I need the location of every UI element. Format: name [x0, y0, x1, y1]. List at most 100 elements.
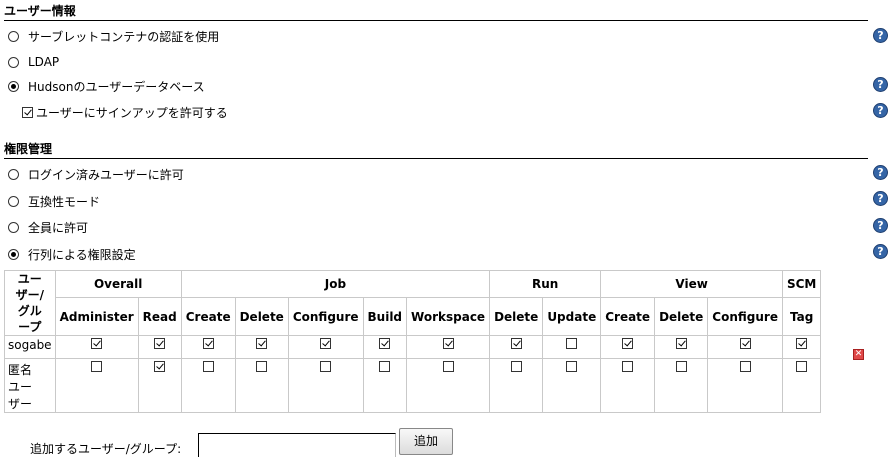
add-user-button[interactable]: 追加	[399, 428, 453, 455]
permission-cell	[234, 358, 289, 413]
permission-cell	[287, 358, 364, 413]
matrix-row: sogabe	[4, 335, 822, 359]
security-realm-section-title: ユーザー情報	[4, 2, 868, 21]
permission-checkbox[interactable]	[675, 338, 687, 349]
realm-radio-ldap[interactable]	[8, 56, 19, 68]
permission-checkbox[interactable]	[154, 338, 166, 349]
permission-checkbox[interactable]	[320, 361, 332, 372]
permission-checkbox[interactable]	[202, 361, 214, 372]
permission-cell	[707, 335, 783, 359]
help-icon[interactable]: ?	[873, 218, 888, 233]
authz-option-logged-in[interactable]: ログイン済みユーザーに許可	[8, 165, 184, 183]
authz-option-matrix[interactable]: 行列による権限設定	[8, 245, 136, 263]
permission-group-header: SCM	[781, 269, 822, 299]
authz-radio-logged-in[interactable]	[8, 168, 19, 180]
permission-cell	[654, 335, 709, 359]
permission-checkbox[interactable]	[442, 338, 454, 349]
permission-cell	[542, 358, 602, 413]
permission-checkbox[interactable]	[256, 361, 268, 372]
permission-column-header: Delete	[234, 297, 289, 336]
permission-checkbox[interactable]	[796, 361, 808, 372]
authz-label-matrix: 行列による権限設定	[28, 247, 136, 262]
permission-cell	[180, 358, 236, 413]
permission-group-header: Overall	[54, 269, 182, 299]
delete-user-icon[interactable]: ✕	[853, 349, 864, 360]
help-icon[interactable]: ?	[873, 77, 888, 92]
permission-column-header: Build	[362, 297, 408, 336]
permission-cell	[489, 358, 544, 413]
permission-checkbox[interactable]	[739, 361, 751, 372]
user-group-header-line: ープ	[18, 320, 42, 334]
matrix-row-name: sogabe	[4, 335, 56, 359]
permission-cell	[54, 358, 139, 413]
user-group-header-line: グル	[17, 304, 42, 318]
permission-checkbox[interactable]	[256, 338, 268, 349]
realm-label-servlet-container: サーブレットコンテナの認証を使用	[28, 29, 220, 44]
authz-option-everyone[interactable]: 全員に許可	[8, 218, 88, 236]
realm-option-servlet-container[interactable]: サーブレットコンテナの認証を使用	[8, 27, 219, 45]
matrix-row-name-line: 匿名	[8, 363, 33, 377]
permission-checkbox[interactable]	[796, 338, 808, 349]
permission-cell	[781, 335, 822, 359]
help-icon[interactable]: ?	[873, 103, 888, 118]
permission-checkbox[interactable]	[566, 361, 578, 372]
permission-checkbox[interactable]	[622, 338, 634, 349]
permission-checkbox[interactable]	[202, 338, 214, 349]
realm-option-ldap[interactable]: LDAP	[8, 53, 59, 71]
authorization-section-title: 権限管理	[4, 140, 868, 159]
permission-column-header: Workspace	[406, 297, 491, 336]
add-user-label: 追加するユーザー/グループ:	[30, 442, 182, 456]
permission-column-header: Create	[600, 297, 656, 336]
permission-column-header: Configure	[707, 297, 783, 336]
help-icon[interactable]: ?	[873, 244, 888, 259]
permission-cell	[54, 335, 139, 359]
realm-radio-servlet-container[interactable]	[8, 30, 19, 42]
permission-column-header: Configure	[287, 297, 364, 336]
permission-column-header: Create	[180, 297, 236, 336]
help-icon[interactable]: ?	[873, 28, 888, 43]
realm-radio-hudson-db[interactable]	[8, 80, 19, 92]
permission-checkbox[interactable]	[510, 338, 522, 349]
allow-signup-checkbox[interactable]	[22, 106, 33, 118]
permission-checkbox[interactable]	[510, 361, 522, 372]
matrix-permission-header-row: Administer Read Create Delete Configure Build…	[5, 297, 822, 336]
realm-label-ldap: LDAP	[28, 55, 60, 69]
permission-cell	[707, 358, 783, 413]
matrix-row-name-line: ザー	[8, 397, 33, 411]
user-group-header-line: ユー	[17, 272, 42, 286]
help-icon[interactable]: ?	[873, 165, 888, 180]
authz-label-logged-in: ログイン済みユーザーに許可	[28, 167, 184, 182]
permission-checkbox[interactable]	[379, 338, 391, 349]
authz-label-everyone: 全員に許可	[28, 220, 89, 235]
permission-column-header: Delete	[654, 297, 709, 336]
permission-cell	[406, 358, 491, 413]
authz-radio-everyone[interactable]	[8, 221, 19, 233]
permission-checkbox[interactable]	[320, 338, 332, 349]
permission-cell	[654, 358, 709, 413]
permission-column-header: Update	[542, 297, 602, 336]
permission-checkbox[interactable]	[91, 361, 103, 372]
permission-cell	[781, 358, 822, 413]
permission-cell	[362, 358, 408, 413]
permission-cell	[287, 335, 364, 359]
permission-checkbox[interactable]	[566, 338, 578, 349]
permission-cell	[489, 335, 544, 359]
add-user-input[interactable]	[198, 433, 396, 457]
permission-checkbox[interactable]	[379, 361, 391, 372]
permission-checkbox[interactable]	[739, 338, 751, 349]
help-icon[interactable]: ?	[873, 191, 888, 206]
authz-radio-legacy[interactable]	[8, 195, 19, 207]
authz-option-legacy[interactable]: 互換性モード	[8, 192, 100, 210]
permission-group-header: Run	[489, 269, 602, 299]
permission-checkbox[interactable]	[91, 338, 103, 349]
user-group-column-header: ユー ザー/ グル ープ	[4, 270, 56, 336]
permission-checkbox[interactable]	[442, 361, 454, 372]
permission-checkbox[interactable]	[675, 361, 687, 372]
permission-checkbox[interactable]	[154, 361, 166, 372]
matrix-row: 匿名 ユー ザー	[4, 358, 822, 413]
allow-signup-option[interactable]: ユーザーにサインアップを許可する	[22, 103, 228, 121]
matrix-row-name-line: ユー	[8, 380, 33, 394]
permission-checkbox[interactable]	[622, 361, 634, 372]
authz-radio-matrix[interactable]	[8, 248, 19, 260]
realm-option-hudson-db[interactable]: Hudsonのユーザーデータベース	[8, 77, 205, 95]
